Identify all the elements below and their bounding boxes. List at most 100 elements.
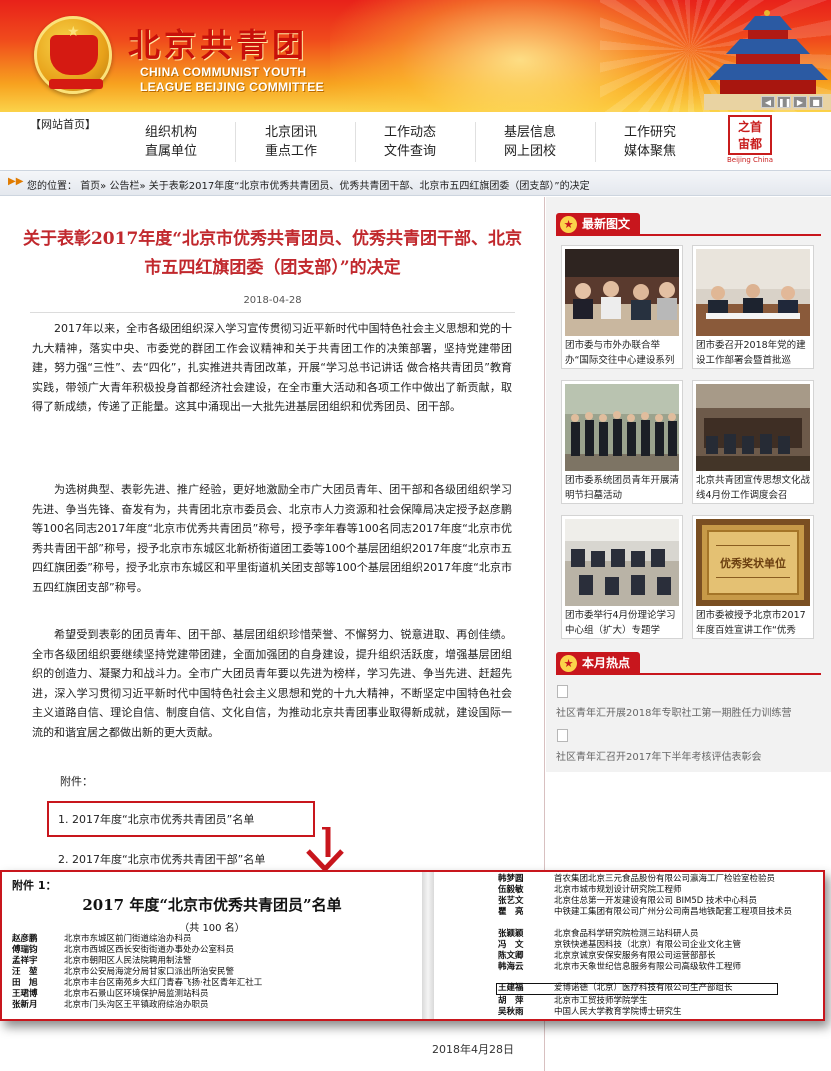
honoree-row: 傅瑞钧 北京市西城区西长安街街道办事处办公室科员 <box>12 945 235 955</box>
nav-column-3: 工作动态 文件查询 <box>360 123 460 161</box>
article-paragraph-3: 希望受到表彰的团员青年、团干部、基层团组织珍惜荣誉、不懈努力、锐意进取、再创佳绩… <box>32 628 512 739</box>
emblem-ribbon <box>49 79 103 89</box>
news-caption[interactable]: 团市委被授予北京市2017年度百姓宣讲工作“优秀 <box>696 608 812 638</box>
latest-news-tab[interactable]: ★ 最新图文 <box>556 213 641 236</box>
nav-item-news[interactable]: 北京团讯 <box>241 123 341 142</box>
news-card[interactable]: 优秀奖状单位 团市委被授予北京市2017年度百姓宣讲工作“优秀 <box>692 515 814 639</box>
honoree-row: 韩海云 北京市天象世纪信息服务有限公司高级软件工程师 <box>498 962 742 972</box>
nav-item-work-updates[interactable]: 工作动态 <box>360 123 460 142</box>
logo-sub-text: Beijing China <box>726 156 774 164</box>
news-card[interactable]: 团市委与市外办联合举办“国际交往中心建设系列 <box>561 245 683 369</box>
nav-divider <box>235 122 236 162</box>
honoree-row: 胡 萍北京市工贸技师学院学生 <box>498 996 648 1006</box>
honoree-row: 张艺文 北京住总第一开发建设有限公司 BIM5D 技术中心科员 <box>498 896 758 906</box>
nav-divider <box>355 122 356 162</box>
nav-item-grassroots[interactable]: 基层信息 <box>480 123 580 142</box>
document-icon <box>557 685 568 698</box>
nav-divider <box>595 122 596 162</box>
breadcrumb-text: 您的位置： 首页» 公告栏» 关于表彰2017年度“北京市优秀共青团员、优秀共青… <box>27 177 590 192</box>
news-card[interactable]: 团市委召开2018年党的建设工作部署会暨首批巡 <box>692 245 814 369</box>
news-caption[interactable]: 团市委与市外办联合举办“国际交往中心建设系列 <box>565 338 681 368</box>
plaque-text: 优秀奖状单位 <box>720 556 786 570</box>
news-photo: 优秀奖状单位 <box>696 519 810 606</box>
attachment-link-1[interactable]: 1. 2017年度“北京市优秀共青团员”名单 <box>58 811 254 827</box>
article-paragraph-1: 2017年以来，全市各级团组织深入学习宣传贯彻习近平新时代中国特色社会主义思想和… <box>32 322 512 413</box>
site-banner: ★ 北京共青团 CHINA COMMUNIST YOUTH LEAGUE BEI… <box>0 0 831 112</box>
article-title: 关于表彰2017年度“北京市优秀共青团员、优秀共青团干部、北京市五四红旗团委（团… <box>22 229 523 278</box>
news-caption[interactable]: 团市委系统团员青年开展清明节扫墓活动 <box>565 473 681 503</box>
news-photo <box>565 519 679 606</box>
banner-stop-icon[interactable]: ■ <box>809 96 823 108</box>
nav-column-5: 工作研究 媒体聚焦 <box>600 123 700 161</box>
nav-home-link[interactable]: 【网站首页】 <box>30 116 96 132</box>
news-card[interactable]: 团市委系统团员青年开展清明节扫墓活动 <box>561 380 683 504</box>
nav-item-org[interactable]: 组织机构 <box>121 123 221 142</box>
attachment-label: 附件： <box>60 775 93 788</box>
hot-topic-link[interactable]: 社区青年汇开展2018年专职社工第一期胜任力训练营 <box>556 704 791 719</box>
honoree-row: 张颖颖 北京食品科学研究院检测三站科研人员 <box>498 929 699 939</box>
news-photo <box>565 249 679 336</box>
breadcrumb-label: 您的位置： <box>27 181 77 192</box>
double-arrow-icon: ▶▶ <box>8 176 24 187</box>
nav-column-4: 基层信息 网上团校 <box>480 123 580 161</box>
subtitle-en-line2: LEAGUE BEIJING COMMITTEE <box>140 80 324 94</box>
hot-topic-link[interactable]: 社区青年汇召开2017年下半年考核评估表彰会 <box>556 748 761 763</box>
nav-item-key-work[interactable]: 重点工作 <box>241 142 341 161</box>
hot-topics-title: 本月热点 <box>582 656 631 670</box>
news-caption[interactable]: 北京共青团宣传思想文化战线4月份工作调度会召 <box>696 473 812 503</box>
banner-next-icon[interactable]: ▶ <box>793 96 807 108</box>
honoree-row: 瞿 亮中铁建工集团有限公司广州分公司南昌地铁配套工程项目技术员 <box>498 907 793 917</box>
honoree-highlight-box <box>496 983 778 995</box>
site-title[interactable]: 北京共青团 <box>128 20 308 66</box>
document-left-page: 附件 1： 2017 年度“北京市优秀共青团员”名单 （共 100 名） 赵彦鹏… <box>2 872 422 1019</box>
honoree-row: 孟祥宇 北京市朝阳区人民法院聘用制法警 <box>12 956 192 966</box>
document-icon <box>557 729 568 742</box>
honoree-row: 王珺博 北京市石景山区环境保护局监测站科员 <box>12 989 209 999</box>
hot-topics-header: ★ 本月热点 <box>556 652 821 675</box>
cyl-emblem-logo[interactable]: ★ <box>34 16 112 94</box>
document-page-gutter <box>422 872 434 1019</box>
honoree-row: 伍毅敏 北京市城市规划设计研究院工程师 <box>498 885 682 895</box>
document-attachment-head: 附件 1： <box>12 879 57 892</box>
article-signature-date: 2018年4月28日 <box>432 1043 514 1056</box>
site-subtitle-en: CHINA COMMUNIST YOUTH LEAGUE BEIJING COM… <box>140 65 324 95</box>
news-card[interactable]: 北京共青团宣传思想文化战线4月份工作调度会召 <box>692 380 814 504</box>
nav-column-2: 北京团讯 重点工作 <box>241 123 341 161</box>
temple-of-heaven-illustration <box>704 10 831 110</box>
main-nav: 【网站首页】 组织机构 直属单位 北京团讯 重点工作 工作动态 文件查询 基层信… <box>0 112 831 170</box>
news-photo <box>565 384 679 471</box>
breadcrumb-path[interactable]: 首页» 公告栏» 关于表彰2017年度“北京市优秀共青团员、优秀共青团干部、北京… <box>80 181 589 192</box>
nav-item-doc-search[interactable]: 文件查询 <box>360 142 460 161</box>
beijing-capital-logo[interactable]: 之首 宙都 Beijing China <box>725 115 775 167</box>
hot-topics-tab[interactable]: ★ 本月热点 <box>556 652 641 675</box>
honoree-row: 韩梦圆 首农集团北京三元食品股份有限公司瀛海工厂检验室检验员 <box>498 874 776 884</box>
logo-line1: 之首 <box>737 120 762 134</box>
nav-divider <box>475 122 476 162</box>
honoree-row: 冯 文京铁快递基因科技（北京）有限公司企业文化主管 <box>498 940 742 950</box>
emblem-flag <box>50 35 98 75</box>
banner-prev-icon[interactable]: ◀ <box>761 96 775 108</box>
document-count: （共 100 名） <box>179 923 245 934</box>
news-card[interactable]: 团市委举行4月份理论学习中心组（扩大）专题学 <box>561 515 683 639</box>
capital-logo-mark: 之首 宙都 <box>728 115 772 155</box>
honoree-row: 田 旭北京市丰台区南苑乡大红门青春飞扬·社区青年汇社工 <box>12 978 263 988</box>
nav-item-direct-units[interactable]: 直属单位 <box>121 142 221 161</box>
honoree-row: 张新月 北京市门头沟区王平镇政府综治办职员 <box>12 1000 209 1010</box>
banner-pause-icon[interactable]: ❚❚ <box>777 96 791 108</box>
attachment-document-image: 附件 1： 2017 年度“北京市优秀共青团员”名单 （共 100 名） 赵彦鹏… <box>0 870 825 1021</box>
honoree-row: 赵彦鹏 北京市东城区前门街道综治办科员 <box>12 934 192 944</box>
honoree-row: 吴秋雨 中国人民大学教育学院博士研究生 <box>498 1007 682 1017</box>
sidebar: ★ 最新图文 团市委与市外办联合举办“国际交往中心建设系列 团市委召开2018年… <box>546 197 831 772</box>
nav-item-online-school[interactable]: 网上团校 <box>480 142 580 161</box>
latest-news-header: ★ 最新图文 <box>556 213 821 236</box>
breadcrumb: ▶▶ 您的位置： 首页» 公告栏» 关于表彰2017年度“北京市优秀共青团员、优… <box>0 170 831 196</box>
logo-line2: 宙都 <box>737 137 762 151</box>
nav-item-media[interactable]: 媒体聚焦 <box>600 142 700 161</box>
attachment-link-2[interactable]: 2. 2017年度“北京市优秀共青团干部”名单 <box>58 851 265 867</box>
news-caption[interactable]: 团市委举行4月份理论学习中心组（扩大）专题学 <box>565 608 681 638</box>
news-photo <box>696 249 810 336</box>
subtitle-en-line1: CHINA COMMUNIST YOUTH <box>140 65 307 79</box>
nav-item-research[interactable]: 工作研究 <box>600 123 700 142</box>
article-date: 2018-04-28 <box>243 295 302 306</box>
news-caption[interactable]: 团市委召开2018年党的建设工作部署会暨首批巡 <box>696 338 812 368</box>
